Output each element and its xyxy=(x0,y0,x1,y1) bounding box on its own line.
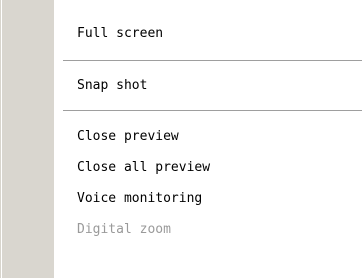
menu-item-voice-monitoring[interactable]: Voice monitoring xyxy=(54,184,362,214)
menu-item-full-screen[interactable]: Full screen xyxy=(54,19,362,49)
menu-item-label: Digital zoom xyxy=(77,222,171,237)
menu-item-label: Full screen xyxy=(77,26,164,41)
menu-separator xyxy=(63,110,362,112)
menu-item-label: Snap shot xyxy=(77,78,148,93)
menu-item-label: Voice monitoring xyxy=(77,191,203,206)
menu-separator xyxy=(63,60,362,62)
menu-item-close-all-preview[interactable]: Close all preview xyxy=(54,153,362,183)
menu-item-digital-zoom: Digital zoom xyxy=(54,215,362,245)
menu-icon-gutter xyxy=(2,0,54,278)
context-menu: Full screen Snap shot Close preview Clos… xyxy=(0,0,362,278)
menu-item-snap-shot[interactable]: Snap shot xyxy=(54,71,362,101)
menu-item-close-preview[interactable]: Close preview xyxy=(54,122,362,152)
menu-item-label: Close all preview xyxy=(77,160,211,175)
menu-item-label: Close preview xyxy=(77,129,179,144)
